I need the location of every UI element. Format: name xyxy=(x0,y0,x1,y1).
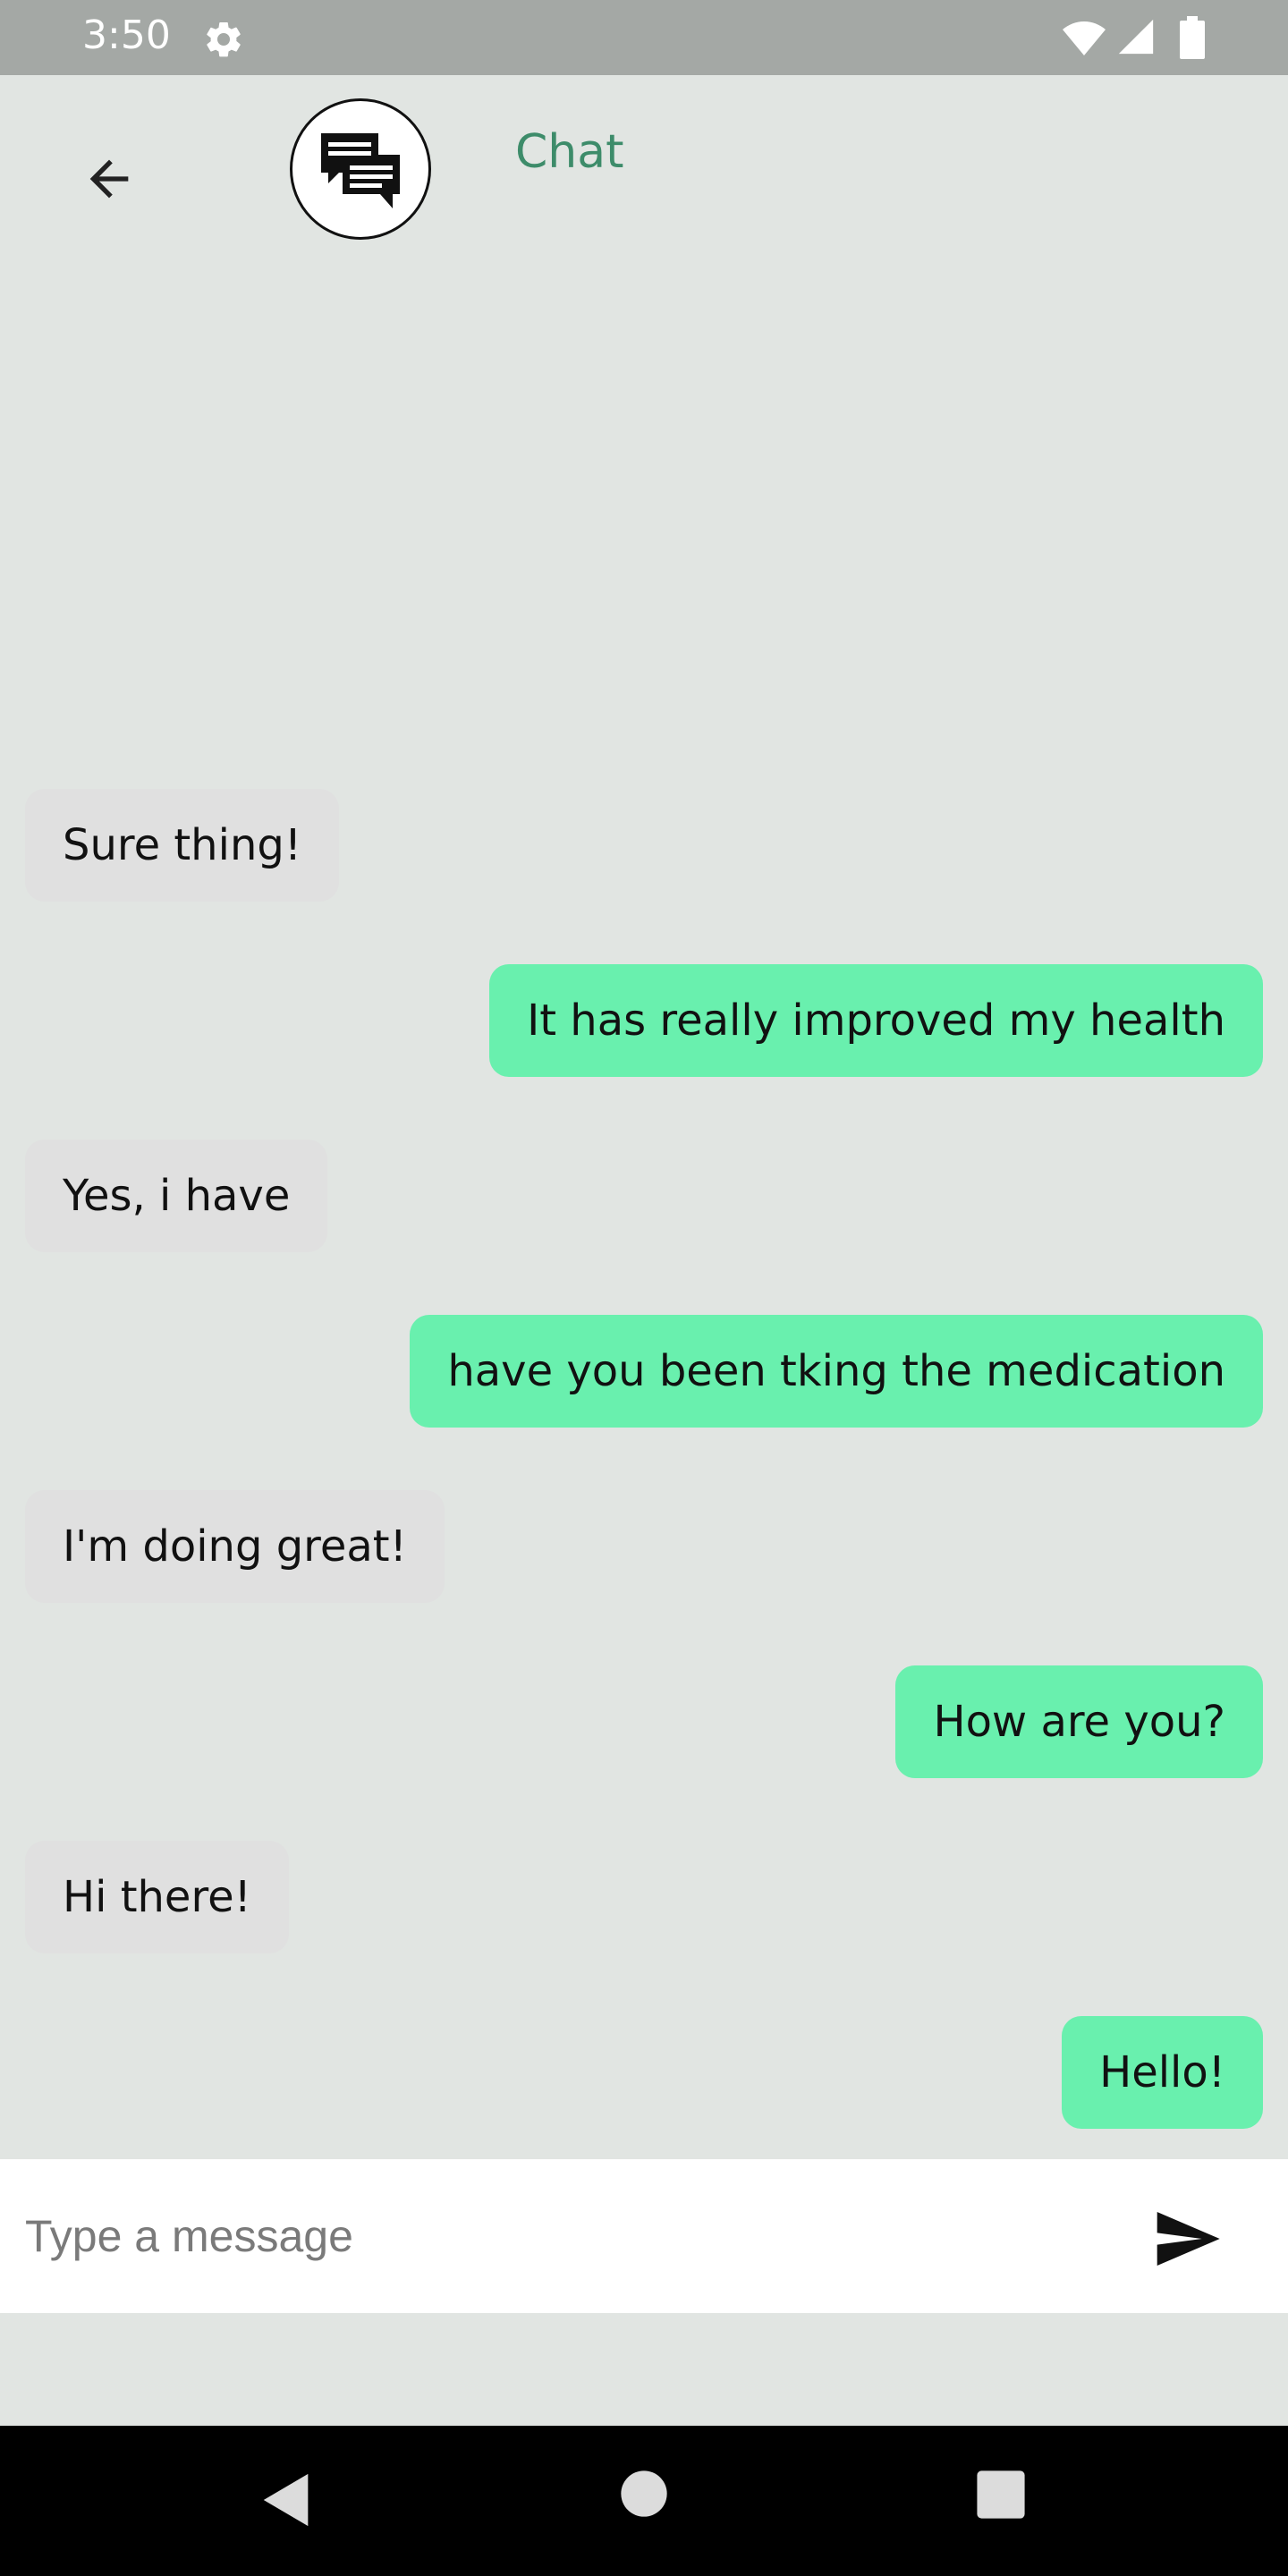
message-bubble-incoming: Yes, i have xyxy=(25,1140,328,1252)
send-icon xyxy=(1157,2212,1220,2266)
message-bubble-incoming: Hi there! xyxy=(25,1841,289,1953)
message-text: Hello! xyxy=(1099,2047,1225,2097)
nav-recent-icon[interactable] xyxy=(975,2469,1027,2521)
message-text: Sure thing! xyxy=(63,820,302,870)
message-bubble-incoming: Sure thing! xyxy=(25,789,340,902)
signal-icon xyxy=(1118,19,1154,55)
message-text: have you been tking the medication xyxy=(447,1346,1225,1396)
message-text: I'm doing great! xyxy=(63,1521,407,1572)
message-input[interactable] xyxy=(25,2191,1098,2281)
gear-icon xyxy=(207,21,241,57)
message-text: Hi there! xyxy=(63,1872,251,1922)
avatar[interactable] xyxy=(290,98,431,240)
page-title: Chat xyxy=(515,125,624,179)
message-text: It has really improved my health xyxy=(527,996,1225,1046)
message-bubble-outgoing: It has really improved my health xyxy=(489,964,1263,1077)
status-time: 3:50 xyxy=(82,13,171,58)
message-bubble-outgoing: How are you? xyxy=(895,1665,1263,1778)
message-text: Yes, i have xyxy=(63,1171,291,1221)
message-bubble-outgoing: Hello! xyxy=(1062,2016,1263,2129)
battery-icon xyxy=(1180,16,1205,59)
system-nav-bar xyxy=(0,2426,1288,2576)
nav-home-icon[interactable] xyxy=(619,2469,669,2519)
status-bar: 3:50 xyxy=(0,0,1288,75)
nav-back-icon[interactable] xyxy=(256,2469,318,2531)
wifi-icon xyxy=(1063,21,1106,55)
message-text: How are you? xyxy=(933,1697,1225,1747)
send-button[interactable] xyxy=(1147,2199,1227,2279)
chat-bubbles-icon xyxy=(314,123,407,216)
app-header xyxy=(0,75,1288,263)
message-bubble-incoming: I'm doing great! xyxy=(25,1490,445,1603)
message-composer xyxy=(0,2159,1288,2313)
back-button[interactable] xyxy=(73,143,145,215)
message-bubble-outgoing: have you been tking the medication xyxy=(410,1315,1263,1428)
arrow-left-icon xyxy=(89,159,129,199)
